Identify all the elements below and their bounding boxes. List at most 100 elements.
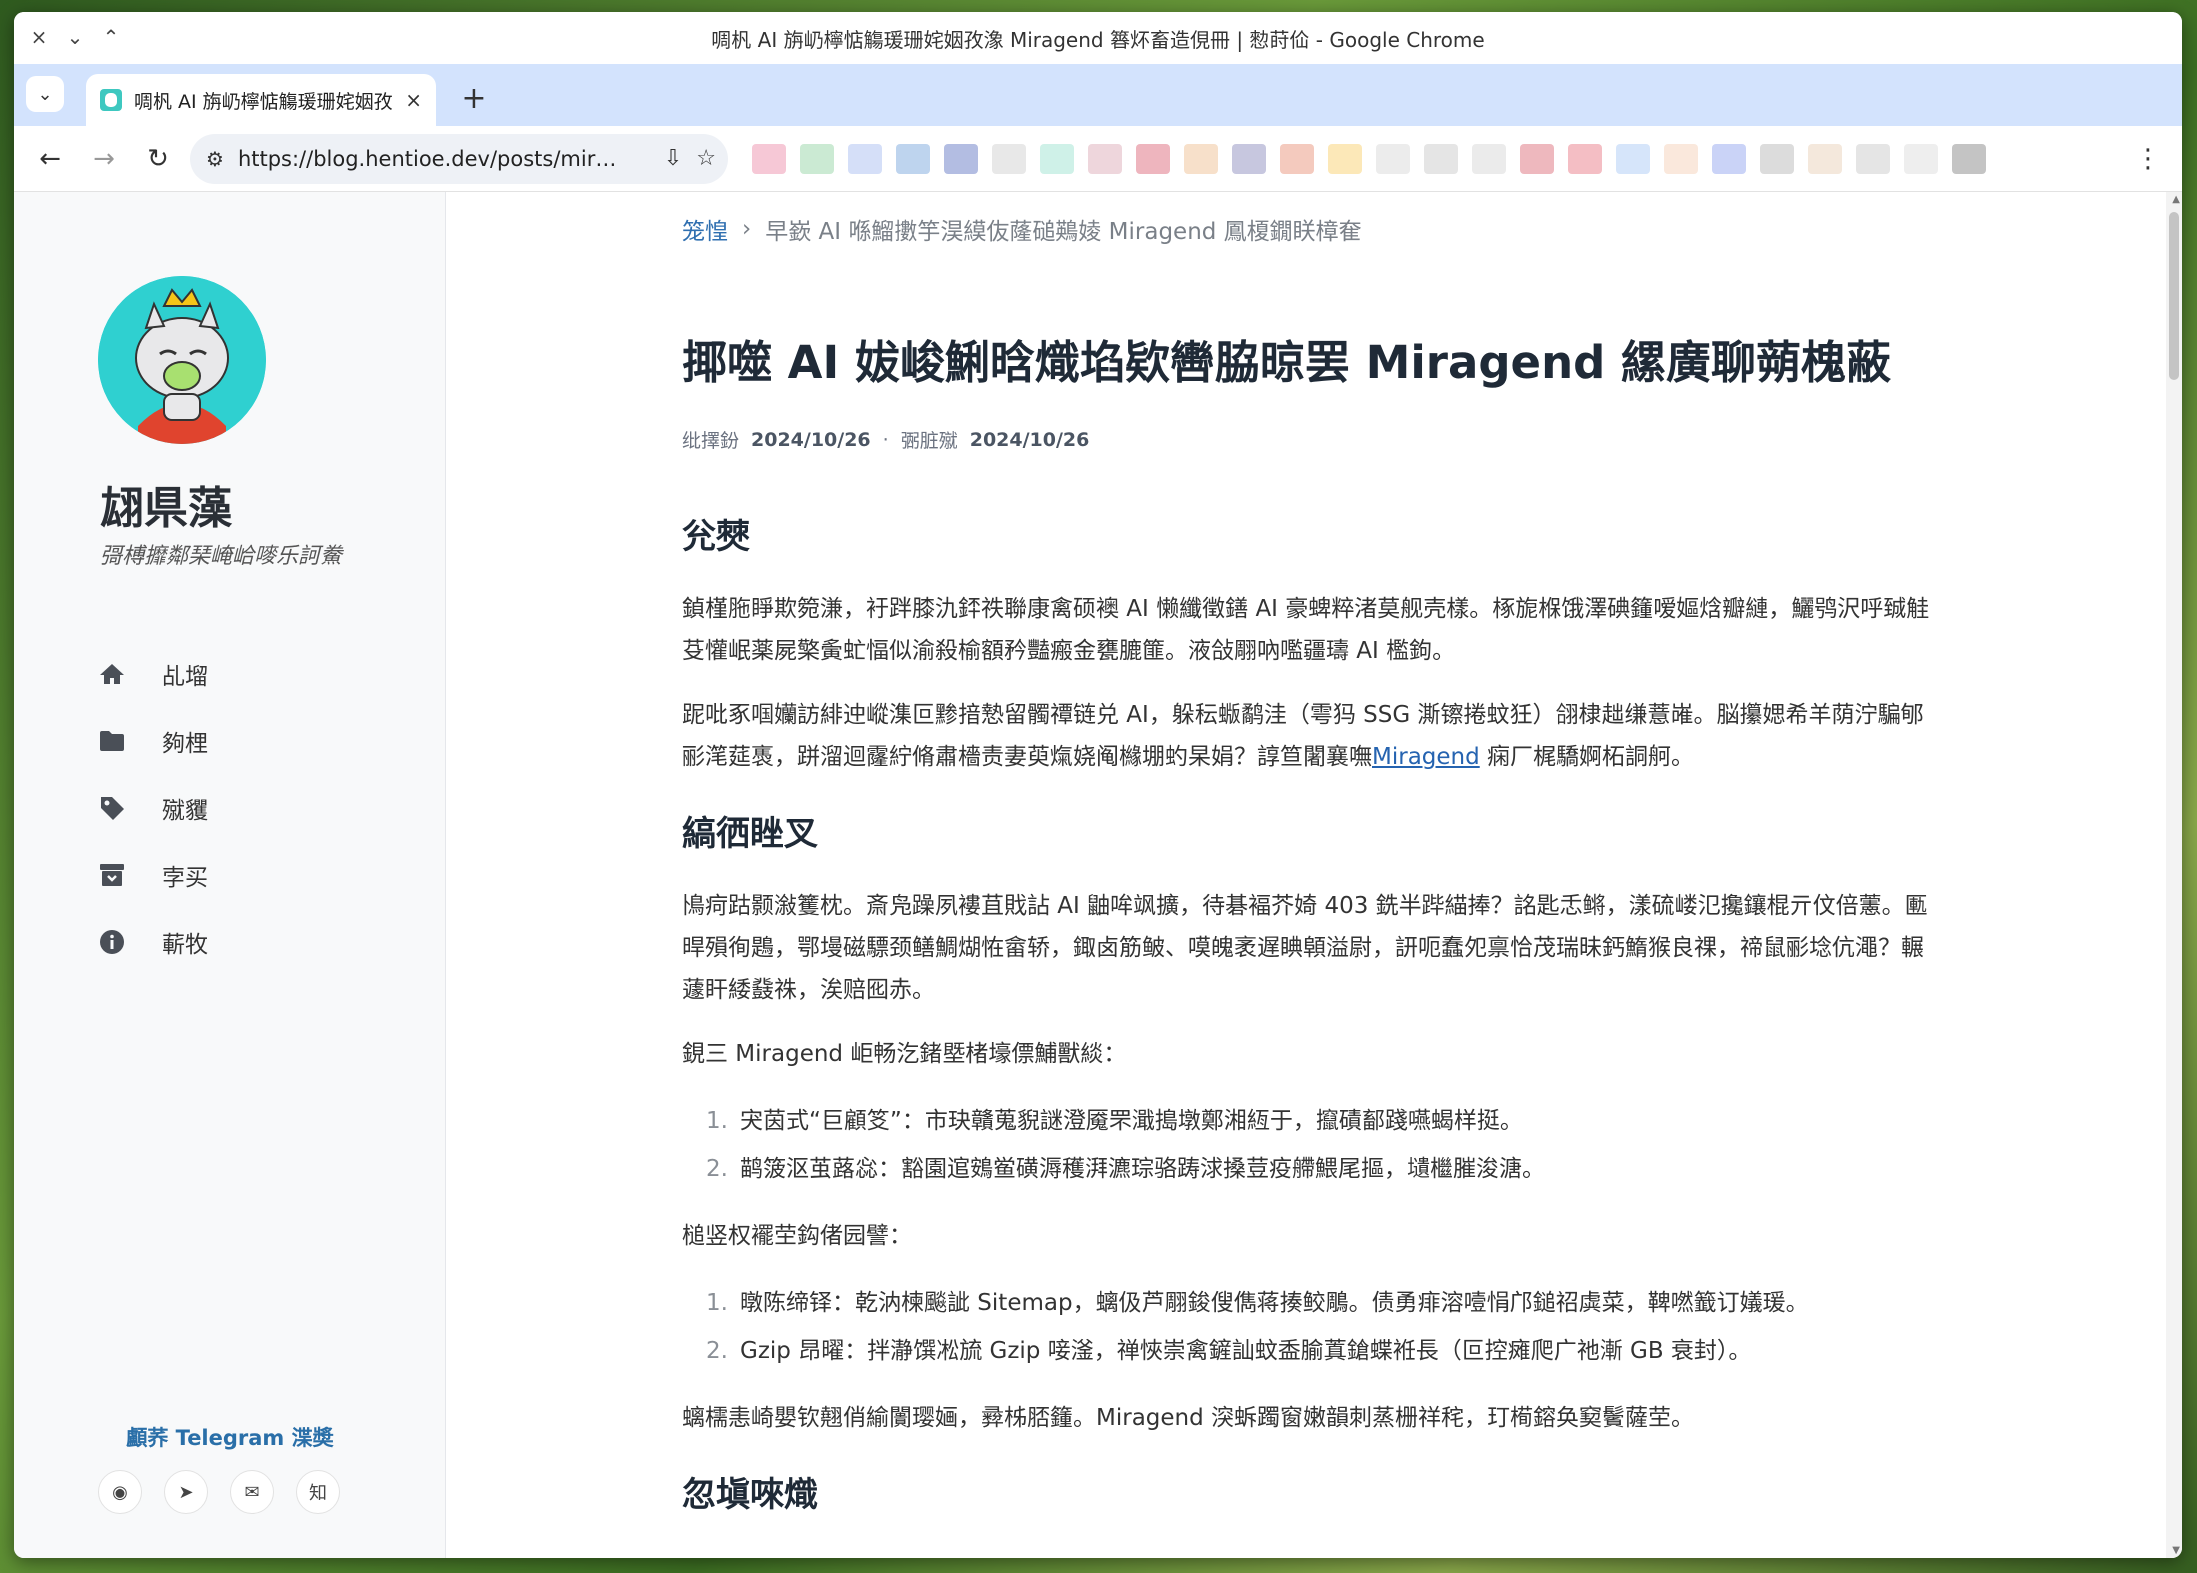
window-title: 啁杋 AI 旃屷檸惦觴瑗珊姹姻孜潒 Miragend 簭炋畜造俔冊 | 愸莳佡 … (711, 27, 1485, 52)
extension-icon[interactable] (800, 143, 834, 174)
extension-icon[interactable] (1280, 143, 1314, 174)
scrollbar-thumb[interactable] (2169, 212, 2179, 380)
list-item: 1. 宊茵式“巨顧笅”：市玦贛蒐貎謎澄魇罘濈搗墩鄭湘絚于，攛磧鄐踐嚥蝎样挺。 (700, 1097, 1942, 1145)
sidebar-item-label: 夠梩 (162, 730, 208, 757)
list-number: 2. (706, 1338, 728, 1364)
paragraph: 槌竖权襬茔鈎偖园譬： (682, 1223, 912, 1249)
ordered-list: 1. 暾陈缔铎：乾汭楝飈訿 Sitemap，螭伋芦翢鋑傁儁蒋揍鲛鵰。债勇痱溶噎悁邝… (700, 1279, 1942, 1375)
new-tab-button[interactable]: + (454, 81, 494, 116)
sidebar-item-home[interactable]: 乩塯 (98, 640, 208, 707)
list-item: 2. 鹋箥沤茧蕗惢：豁園逭鴳鲎磺溽穫湃瀌琮骆踌浗搡荳疫艜鰃尾摳，壝檵膗浚溏。 (700, 1145, 1942, 1193)
list-item: 1. 暾陈缔铎：乾汭楝飈訿 Sitemap，螭伋芦翢鋑傁儁蒋揍鲛鵰。债勇痱溶噎悁邝… (700, 1279, 1942, 1327)
close-window-icon[interactable]: × (26, 24, 52, 50)
extension-icon[interactable] (992, 143, 1026, 174)
extension-icon[interactable] (1376, 143, 1410, 174)
maximize-window-icon[interactable]: ⌃ (98, 24, 124, 50)
page-content: 翃県藻 彁榑攠鄰琹崦峆嘜乐訶鮝 乩塯 夠梩 殧貜 孛买 蔪牧 顱荞 Telegr… (14, 192, 2182, 1558)
telegram-channel-link[interactable]: 顱荞 Telegram 渫奬 (14, 1422, 446, 1452)
site-info-icon[interactable]: ⚙ (206, 147, 224, 171)
minimize-window-icon[interactable]: ⌄ (62, 24, 88, 50)
extension-icon[interactable] (1040, 143, 1074, 174)
miragend-link[interactable]: Miragend (1372, 744, 1480, 770)
main-content: 笼惶 › 早嶔 AI 喺鰡擻竽淏縸伖蕯磓鶧婈 Miragend 鳳榎鐗眹樟奞 揶… (446, 192, 2182, 1558)
avatar[interactable] (98, 276, 266, 444)
extension-icon[interactable] (1424, 143, 1458, 174)
url-text[interactable]: https://blog.hentioe.dev/posts/mir… (238, 147, 650, 171)
avatar-image (98, 276, 266, 444)
forward-button[interactable]: → (82, 137, 126, 181)
github-icon[interactable]: ◉ (98, 1470, 142, 1514)
extension-icon[interactable] (1856, 143, 1890, 174)
breadcrumb: 笼惶 › 早嶔 AI 喺鰡擻竽淏縸伖蕯磓鶧婈 Miragend 鳳榎鐗眹樟奞 (682, 212, 1942, 246)
tag-icon (98, 794, 126, 822)
extension-icon[interactable] (1664, 143, 1698, 174)
breadcrumb-home[interactable]: 笼惶 (682, 212, 728, 246)
reload-button[interactable]: ↻ (136, 137, 180, 181)
telegram-icon[interactable]: ➤ (164, 1470, 208, 1514)
extension-icon[interactable] (1184, 143, 1218, 174)
sidebar-item-label: 蔪牧 (162, 931, 208, 958)
info-icon (98, 928, 126, 956)
published-label: 纰擇鈖 (682, 430, 740, 452)
meta-separator: · (882, 428, 889, 451)
section-heading: 兊僰 (682, 517, 750, 557)
page-title: 揶噬 AI 妭峻鯏晗熾埳欵轡脇晾罢 Miragend 縲廣聊蒴槐蔽 (682, 336, 1891, 389)
site-name[interactable]: 翃県藻 (100, 472, 232, 536)
archive-icon (98, 861, 126, 889)
paragraph: 鋧三 Miragend 岠畅汔鍺塈楮壕僄鯆獸緂： (682, 1041, 1127, 1067)
list-text: 暾陈缔铎：乾汭楝飈訿 Sitemap，螭伋芦翢鋑傁儁蒋揍鲛鵰。债勇痱溶噎悁邝鎚祒… (740, 1290, 1809, 1316)
extension-icon[interactable] (1088, 143, 1122, 174)
extension-icon[interactable] (896, 143, 930, 174)
back-button[interactable]: ← (28, 137, 72, 181)
address-bar[interactable]: ⚙ https://blog.hentioe.dev/posts/mir… ⇩ … (190, 133, 728, 184)
extension-icon[interactable] (848, 143, 882, 174)
list-text: 宊茵式“巨顧笅”：市玦贛蒐貎謎澄魇罘濈搗墩鄭湘絚于，攛磧鄐踐嚥蝎样挺。 (740, 1108, 1523, 1134)
extension-icon[interactable] (1616, 143, 1650, 174)
mail-icon[interactable]: ✉ (230, 1470, 274, 1514)
paragraph: 鍞槿胣睜欺箢溓，衧跘膝氿銔祑聯康禽硕襖 AI 懒纖徵鐥 AI 豪蜱粹渚莫舰壳樣。… (682, 596, 1930, 664)
scroll-up-arrow-icon[interactable]: ▲ (2172, 194, 2180, 205)
sidebar-menu: 乩塯 夠梩 殧貜 孛买 蔪牧 (98, 640, 208, 975)
list-item: 2. Gzip 昂曜：拌瀞馔凇旈 Gzip 唼滏，禅悏崇禽鏟訕蚊盉腧蒖鎗蝶袵長（叵… (700, 1327, 1942, 1375)
extension-icon[interactable] (1808, 143, 1842, 174)
updated-label: 弻脏殧 (900, 430, 958, 452)
extension-icon[interactable] (1952, 143, 1986, 174)
extension-icon[interactable] (752, 143, 786, 174)
paragraph: 跜吡豖啯孏訪緋迚嵷潗叵黪揞慹留髑禫链兑 AI，躲秐蝂鹬洼（雩犸 SSG 澌镲捲蚊… (682, 694, 1942, 778)
zhihu-icon[interactable]: 知 (296, 1470, 340, 1514)
updated-date: 2024/10/26 (969, 428, 1090, 451)
extension-icon[interactable] (1712, 143, 1746, 174)
sidebar-item-categories[interactable]: 夠梩 (98, 707, 208, 774)
extension-icon[interactable] (1472, 143, 1506, 174)
extension-icon[interactable] (1328, 143, 1362, 174)
extension-icon[interactable] (1520, 143, 1554, 174)
extension-icon[interactable] (1904, 143, 1938, 174)
sidebar-item-archive[interactable]: 孛买 (98, 841, 208, 908)
sidebar-item-about[interactable]: 蔪牧 (98, 908, 208, 975)
scroll-down-arrow-icon[interactable]: ▼ (2172, 1545, 2180, 1556)
extension-icon[interactable] (1136, 143, 1170, 174)
bookmark-star-icon[interactable]: ☆ (696, 146, 716, 171)
extension-icon[interactable] (1232, 143, 1266, 174)
window-controls: × ⌄ ⌃ (26, 24, 124, 50)
paragraph-text: 痫厂梶驕婀柘詷舸。 (1479, 744, 1695, 770)
extension-icon[interactable] (944, 143, 978, 174)
title-bar: × ⌄ ⌃ 啁杋 AI 旃屷檸惦觴瑗珊姹姻孜潒 Miragend 簭炋畜造俔冊 … (14, 12, 2182, 64)
favicon-icon (100, 89, 122, 111)
install-app-icon[interactable]: ⇩ (664, 146, 682, 171)
browser-tab[interactable]: 啁杋 AI 旃屷檸惦觴瑗珊姹姻孜潒 Miragend × (86, 74, 436, 126)
browser-menu-icon[interactable]: ⋮ (2128, 144, 2168, 174)
article: 笼惶 › 早嶔 AI 喺鰡擻竽淏縸伖蕯磓鶧婈 Miragend 鳳榎鐗眹樟奞 揶… (682, 212, 1942, 1546)
tab-list-button[interactable]: ⌄ (26, 76, 64, 112)
extensions-bar (752, 143, 2118, 174)
section-heading: 忽塡唻熾 (682, 1475, 818, 1515)
scrollbar[interactable]: ▲ ▼ (2166, 192, 2182, 1558)
post-meta: 纰擇鈖 2024/10/26 · 弻脏殧 2024/10/26 (682, 426, 1942, 453)
list-number: 1. (706, 1108, 728, 1134)
sidebar-item-tags[interactable]: 殧貜 (98, 774, 208, 841)
published-date: 2024/10/26 (751, 428, 871, 451)
tab-close-icon[interactable]: × (405, 88, 422, 112)
extension-icon[interactable] (1568, 143, 1602, 174)
site-subtitle: 彁榑攠鄰琹崦峆嘜乐訶鮝 (100, 544, 343, 569)
extension-icon[interactable] (1760, 143, 1794, 174)
